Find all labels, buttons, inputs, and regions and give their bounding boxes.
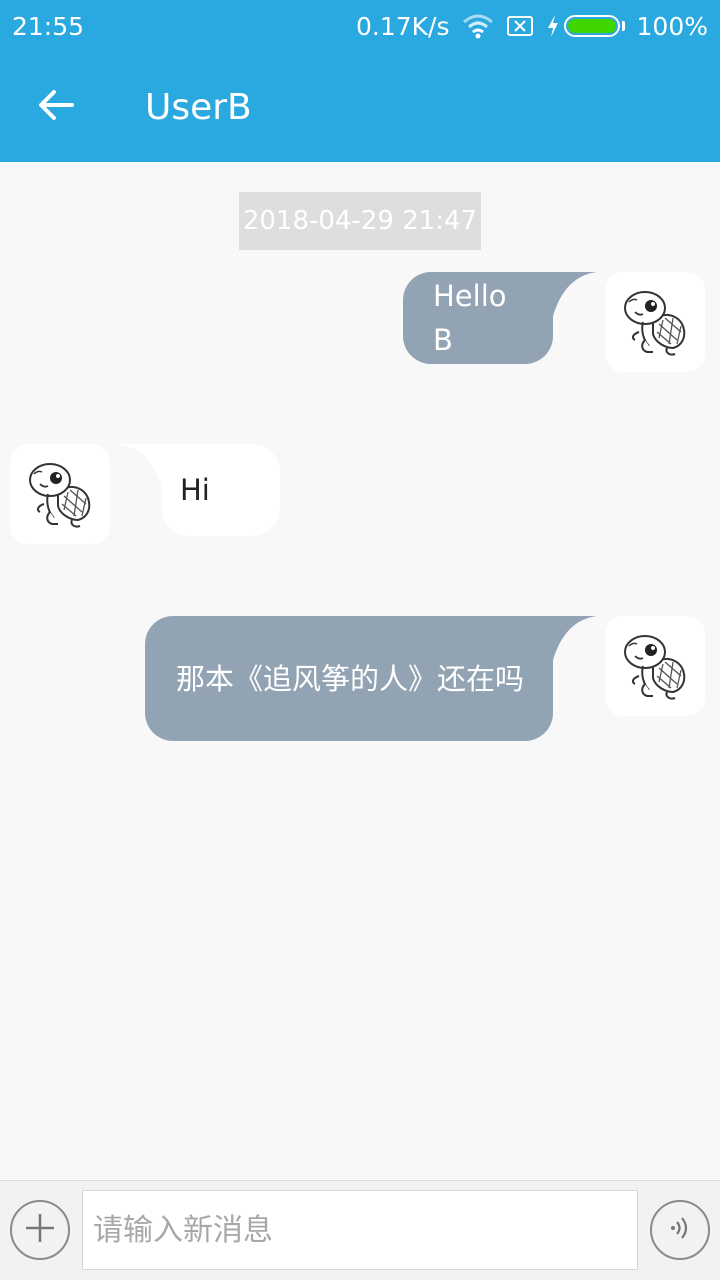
message-bubble-outgoing[interactable]: 那本《追风筝的人》还在吗 [145, 616, 553, 741]
status-time: 21:55 [12, 11, 85, 41]
add-attachment-button[interactable] [10, 1200, 70, 1260]
app-bar: UserB [0, 52, 720, 162]
no-sim-icon [506, 15, 534, 37]
back-button[interactable] [0, 52, 112, 162]
wifi-icon [462, 13, 494, 39]
turtle-avatar[interactable] [605, 272, 705, 372]
arrow-left-icon [38, 89, 74, 125]
message-timestamp: 2018-04-29 21:47 [239, 192, 481, 250]
bubble-tail [553, 272, 597, 316]
status-indicators: 0.17K/s 100% [356, 12, 708, 41]
charging-icon [546, 14, 560, 38]
voice-button[interactable] [650, 1200, 710, 1260]
message-input-bar [0, 1180, 720, 1280]
message-text: Hi [180, 473, 210, 507]
chat-title: UserB [145, 86, 252, 128]
battery-tip [621, 21, 625, 31]
message-bubble-outgoing[interactable]: Hello B [403, 272, 553, 364]
message-text: 那本《追风筝的人》还在吗 [176, 661, 525, 696]
message-input[interactable] [82, 1190, 638, 1270]
plus-icon [24, 1212, 56, 1248]
message-text: Hello B [433, 279, 507, 357]
battery-indicator [546, 14, 625, 38]
battery-icon [563, 15, 620, 37]
bubble-tail [553, 616, 597, 660]
voice-icon [665, 1213, 695, 1247]
status-bar: 21:55 0.17K/s 100% [0, 0, 720, 52]
message-bubble-incoming[interactable]: Hi [162, 444, 280, 536]
battery-percent: 100% [636, 11, 708, 41]
turtle-avatar[interactable] [10, 444, 110, 544]
bubble-tail [118, 444, 162, 488]
battery-level [567, 19, 616, 33]
chat-area[interactable]: 2018-04-29 21:47 Hello B Hi 那本《追风筝的人》还在吗 [0, 162, 720, 1180]
net-speed: 0.17K/s [356, 11, 450, 41]
turtle-avatar[interactable] [605, 616, 705, 716]
